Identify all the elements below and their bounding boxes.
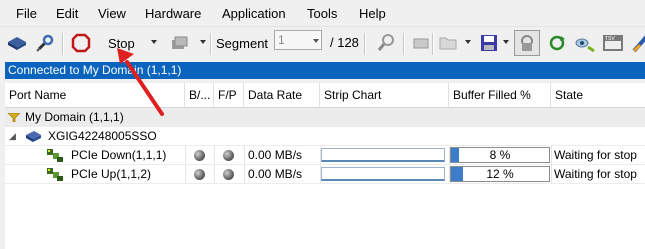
toolbar-separator [62, 33, 64, 55]
port-state: Waiting for stop [554, 148, 637, 162]
tsv-icon[interactable]: TSV [600, 30, 626, 56]
menu-view[interactable]: View [98, 6, 126, 21]
connection-status-bar: Connected to My Domain (1,1,1) [5, 62, 645, 79]
table-row[interactable]: PCIe Down(1,1,1) 0.00 MB/s 8 % Waiting f… [5, 146, 645, 165]
hardware-icon[interactable] [4, 30, 30, 56]
save-dropdown-arrow[interactable] [503, 40, 509, 44]
device-icon[interactable] [166, 30, 192, 56]
column-strip-chart[interactable]: Strip Chart [320, 83, 449, 107]
cell-divider [244, 146, 245, 164]
menu-file[interactable]: File [16, 6, 37, 21]
cell-divider [244, 165, 245, 183]
connection-status-text: Connected to My Domain (1,1,1) [8, 63, 182, 77]
toolbar-separator [403, 33, 405, 55]
column-state[interactable]: State [551, 83, 645, 107]
buffer-status-led [194, 150, 205, 161]
fp-status-led [223, 150, 234, 161]
strip-chart [321, 148, 445, 162]
menu-edit[interactable]: Edit [56, 6, 78, 21]
domain-row[interactable]: My Domain (1,1,1) [5, 108, 645, 127]
strip-chart [321, 167, 445, 181]
column-port-name[interactable]: Port Name [5, 83, 185, 107]
stop-button[interactable]: Stop [108, 36, 135, 51]
open-folder-icon[interactable] [436, 30, 462, 56]
device-icon [26, 131, 41, 142]
buffer-filled-text: 8 % [489, 148, 511, 162]
segment-total: / 128 [330, 35, 359, 50]
toolbar-separator [210, 33, 212, 55]
filter-icon [8, 113, 20, 122]
hardware-small-icon[interactable] [408, 30, 434, 56]
column-buffer-filled[interactable]: Buffer Filled % [449, 83, 551, 107]
segment-label: Segment [216, 36, 269, 51]
cell-divider [214, 146, 215, 164]
cell-divider [185, 165, 186, 183]
device-label: XGIG42248005SSO [48, 129, 157, 143]
port-name: PCIe Down(1,1,1) [71, 148, 167, 162]
port-table: Port Name B/... F/P Data Rate Strip Char… [5, 83, 645, 249]
cell-divider [214, 165, 215, 183]
port-name: PCIe Up(1,1,2) [71, 167, 152, 181]
collapse-arrow-icon[interactable]: ◢ [9, 127, 16, 145]
port-icon [47, 149, 63, 162]
device-dropdown-arrow[interactable] [200, 40, 206, 44]
buffer-filled-bar: 12 % [450, 166, 550, 182]
table-header: Port Name B/... F/P Data Rate Strip Char… [5, 83, 645, 108]
buffer-filled-text: 12 % [486, 167, 514, 181]
data-rate: 0.00 MB/s [248, 148, 303, 162]
port-icon [47, 168, 63, 181]
lock-icon[interactable] [514, 30, 540, 56]
chart-icon[interactable] [628, 30, 645, 56]
toolbar-separator [432, 33, 434, 55]
stop-dropdown-arrow[interactable] [151, 40, 157, 44]
segment-dropdown-arrow[interactable] [313, 39, 319, 43]
eye-icon[interactable] [572, 30, 598, 56]
save-icon[interactable] [476, 30, 502, 56]
menu-application[interactable]: Application [222, 6, 286, 21]
open-dropdown-arrow[interactable] [465, 40, 471, 44]
menu-hardware[interactable]: Hardware [145, 6, 201, 21]
cell-divider [551, 165, 552, 183]
data-rate: 0.00 MB/s [248, 167, 303, 181]
column-data-rate[interactable]: Data Rate [244, 83, 320, 107]
buffer-status-led [194, 169, 205, 180]
domain-label: My Domain (1,1,1) [25, 110, 124, 124]
port-state: Waiting for stop [554, 167, 637, 181]
svg-text:TSV: TSV [605, 36, 615, 42]
search-icon[interactable] [373, 30, 399, 56]
column-fp[interactable]: F/P [214, 83, 244, 107]
cell-divider [185, 146, 186, 164]
stop-icon[interactable] [68, 30, 94, 56]
menu-bar: File Edit View Hardware Application Tool… [0, 0, 645, 26]
refresh-icon[interactable] [544, 30, 570, 56]
toolbar: Stop Segment TSV [0, 26, 645, 62]
toolbar-separator [364, 33, 366, 55]
buffer-filled-bar: 8 % [450, 147, 550, 163]
column-buffer-status[interactable]: B/... [185, 83, 214, 107]
menu-tools[interactable]: Tools [307, 6, 337, 21]
cell-divider [551, 146, 552, 164]
device-row[interactable]: ◢ XGIG42248005SSO [5, 127, 645, 146]
menu-help[interactable]: Help [359, 6, 386, 21]
connect-icon[interactable] [32, 30, 58, 56]
fp-status-led [223, 169, 234, 180]
table-row[interactable]: PCIe Up(1,1,2) 0.00 MB/s 12 % Waiting fo… [5, 165, 645, 184]
